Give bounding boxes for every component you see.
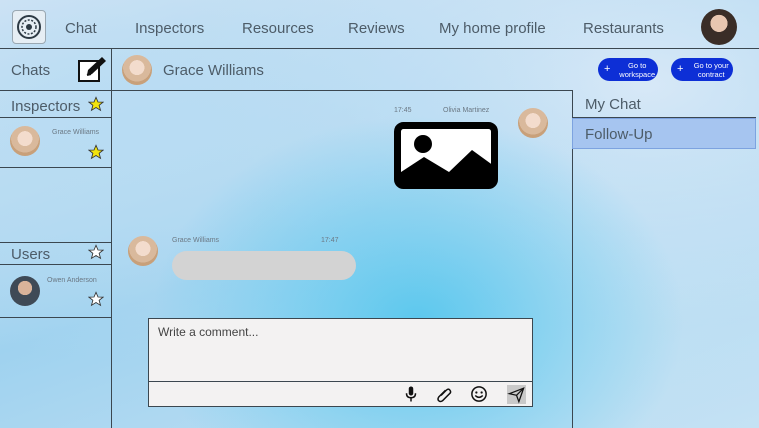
message-time: 17:45 [394,107,412,114]
send-icon [507,387,525,404]
users-top-divider [0,242,111,243]
plus-icon: + [677,63,684,75]
go-to-workspace-label: Go to workspace [619,60,656,79]
image-icon[interactable] [394,122,498,189]
inspector-avatar [10,126,40,156]
inspectors-star-icon[interactable] [88,96,104,112]
message-sender: Grace Williams [172,237,220,244]
comment-input[interactable] [158,325,518,339]
users-section-title: Users [11,246,51,263]
inspectors-section-title: Inspectors [11,98,81,115]
app-logo[interactable] [12,10,46,44]
message-sender-avatar [518,108,548,138]
send-button[interactable] [507,385,526,404]
plus-icon: + [604,63,611,75]
chats-title: Chats [11,62,51,79]
message-time: 17:47 [321,237,339,244]
message-sender-avatar [128,236,158,266]
users-star-icon[interactable] [88,244,104,260]
user-avatar [10,276,40,306]
profile-avatar[interactable] [701,9,737,45]
users-divider [0,264,111,265]
compose-icon[interactable] [78,55,108,83]
inspector-favorite-star-icon[interactable] [88,144,104,160]
user-favorite-star-icon[interactable] [88,291,104,307]
nav-chat[interactable]: Chat [65,20,97,37]
user-name: Owen Anderson [47,277,97,284]
composer-divider [148,381,533,382]
top-nav-divider [0,48,759,49]
inspectors-divider [0,117,111,118]
go-to-contract-label: Go to your contract [693,60,729,79]
nav-reviews[interactable]: Reviews [348,20,405,37]
go-to-contract-button[interactable]: + Go to your contract [671,58,733,81]
left-column-divider [111,48,112,428]
nav-my-home-profile[interactable]: My home profile [439,20,546,37]
inspector-name: Grace Williams [52,129,100,136]
attachment-icon[interactable] [435,385,453,403]
my-chat-item[interactable]: My Chat [585,96,641,113]
emoji-icon[interactable] [470,385,488,403]
active-contact-avatar[interactable] [122,55,152,85]
nav-restaurants[interactable]: Restaurants [583,20,664,37]
microphone-icon[interactable] [402,385,420,403]
user-row-divider [0,317,111,318]
message-bubble [172,251,356,280]
nav-resources[interactable]: Resources [242,20,314,37]
follow-up-item[interactable]: Follow-Up [585,126,653,143]
inspector-row-divider [0,167,111,168]
active-contact-name: Grace Williams [163,62,264,79]
nav-inspectors[interactable]: Inspectors [135,20,204,37]
go-to-workspace-button[interactable]: + Go to workspace [598,58,658,81]
chat-header-divider [0,90,572,91]
message-sender: Olivia Martinez [443,107,490,114]
